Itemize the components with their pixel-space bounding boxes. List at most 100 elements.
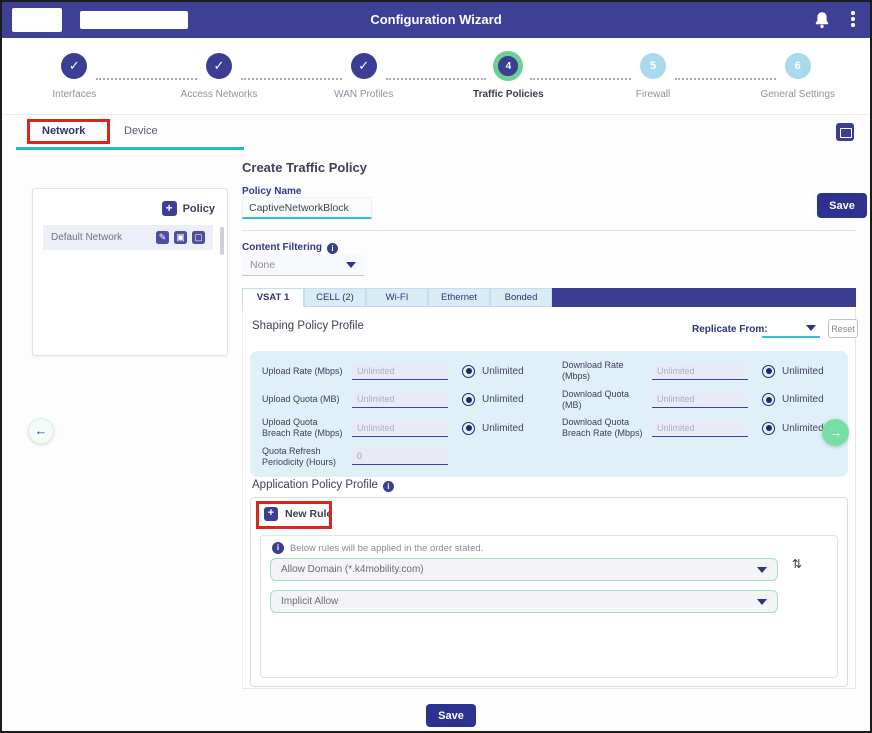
upload-breach-input[interactable] xyxy=(352,420,448,437)
policy-item-default-network[interactable]: Default Network ✎ ▣ ▢ xyxy=(43,225,213,250)
replicate-from-select[interactable] xyxy=(762,320,820,338)
info-icon[interactable] xyxy=(383,481,394,492)
upload-quota-row: Upload Quota (MB) Unlimited xyxy=(262,389,536,412)
step-label: Access Networks xyxy=(181,89,258,100)
unlimited-label: Unlimited xyxy=(782,423,824,434)
download-breach-label: Download Quota Breach Rate (Mbps) xyxy=(562,417,652,440)
upload-breach-row: Upload Quota Breach Rate (Mbps) Unlimite… xyxy=(262,417,536,440)
notifications-bell-icon[interactable] xyxy=(814,11,830,29)
download-breach-unlimited-radio[interactable] xyxy=(762,422,775,435)
wan-tab-filler xyxy=(552,288,856,307)
kebab-menu-icon[interactable] xyxy=(851,11,855,29)
step-label: Interfaces xyxy=(52,89,96,100)
step-traffic-policies: 4 Traffic Policies xyxy=(436,51,581,114)
download-rate-row: Download Rate (Mbps) Unlimited xyxy=(562,360,836,383)
policy-list-panel: Policy Default Network ✎ ▣ ▢ xyxy=(32,188,228,356)
upload-quota-input[interactable] xyxy=(352,391,448,408)
download-rate-input[interactable] xyxy=(652,363,748,380)
step-label: WAN Profiles xyxy=(334,89,393,100)
replicate-from-label: Replicate From: xyxy=(692,324,768,335)
download-breach-input[interactable] xyxy=(652,420,748,437)
application-policy-heading: Application Policy Profile xyxy=(252,479,394,492)
download-quota-label: Download Quota (MB) xyxy=(562,389,652,412)
page-title: Configuration Wizard xyxy=(2,12,870,27)
rule-select-implicit-allow[interactable]: Implicit Allow xyxy=(270,590,778,613)
tab-wifi[interactable]: Wi-FI xyxy=(366,288,428,307)
download-quota-unlimited-radio[interactable] xyxy=(762,393,775,406)
popout-window-icon[interactable] xyxy=(836,123,854,141)
upload-rate-input[interactable] xyxy=(352,363,448,380)
reorder-rule-icon[interactable] xyxy=(792,557,802,571)
save-button-top[interactable]: Save xyxy=(817,193,867,218)
policy-name-input[interactable] xyxy=(242,197,372,219)
rules-info-row: Below rules will be applied in the order… xyxy=(272,542,483,554)
application-policy-heading-text: Application Policy Profile xyxy=(252,479,378,491)
wizard-stepper: Interfaces Access Networks WAN Profiles … xyxy=(2,38,870,115)
download-rate-unlimited-radio[interactable] xyxy=(762,365,775,378)
add-policy-button[interactable]: Policy xyxy=(162,201,215,216)
rule-value: Implicit Allow xyxy=(281,596,757,607)
clone-icon[interactable]: ▣ xyxy=(174,231,187,244)
empty-cell xyxy=(562,446,836,469)
step-label: Traffic Policies xyxy=(473,89,544,100)
create-traffic-policy-heading: Create Traffic Policy xyxy=(242,160,367,175)
delete-icon[interactable]: ▢ xyxy=(192,231,205,244)
plus-icon xyxy=(264,507,278,521)
tab-ethernet[interactable]: Ethernet xyxy=(428,288,490,307)
unlimited-label: Unlimited xyxy=(482,423,524,434)
unlimited-label: Unlimited xyxy=(482,366,524,377)
edit-icon[interactable]: ✎ xyxy=(156,231,169,244)
download-rate-label: Download Rate (Mbps) xyxy=(562,360,652,383)
step-firewall: 5 Firewall xyxy=(581,51,726,114)
unlimited-label: Unlimited xyxy=(782,394,824,405)
rule-select-allow-domain[interactable]: Allow Domain (*.k4mobility.com) xyxy=(270,558,778,581)
upload-quota-label: Upload Quota (MB) xyxy=(262,394,352,405)
step-check-icon[interactable] xyxy=(351,53,377,79)
shaping-policy-panel: Upload Rate (Mbps) Unlimited Download Ra… xyxy=(250,351,848,477)
content-filtering-select[interactable]: None xyxy=(242,254,364,276)
policy-item-name: Default Network xyxy=(51,232,156,243)
policy-name-label: Policy Name xyxy=(242,186,301,197)
tab-device[interactable]: Device xyxy=(124,125,158,137)
quota-refresh-input[interactable] xyxy=(352,448,448,465)
step-number[interactable]: 5 xyxy=(640,53,666,79)
content-filtering-value: None xyxy=(250,259,346,271)
step-label: Firewall xyxy=(636,89,670,100)
content-filtering-label-text: Content Filtering xyxy=(242,242,322,253)
quota-refresh-label: Quota Refresh Periodicity (Hours) xyxy=(262,446,352,469)
rules-info-text: Below rules will be applied in the order… xyxy=(290,543,483,554)
step-access-networks: Access Networks xyxy=(147,51,292,114)
upload-rate-row: Upload Rate (Mbps) Unlimited xyxy=(262,360,536,383)
content-filtering-label: Content Filtering xyxy=(242,242,338,254)
download-breach-row: Download Quota Breach Rate (Mbps) Unlimi… xyxy=(562,417,836,440)
tab-bonded[interactable]: Bonded xyxy=(490,288,552,307)
download-quota-row: Download Quota (MB) Unlimited xyxy=(562,389,836,412)
step-general-settings: 6 General Settings xyxy=(725,51,870,114)
step-check-icon[interactable] xyxy=(61,53,87,79)
unlimited-label: Unlimited xyxy=(482,394,524,405)
configuration-wizard-window: Configuration Wizard Interfaces Access N… xyxy=(0,0,872,733)
wan-tab-bar: VSAT 1 CELL (2) Wi-FI Ethernet Bonded xyxy=(242,288,856,307)
tab-network[interactable]: Network xyxy=(42,125,85,137)
back-arrow-button[interactable] xyxy=(28,418,54,444)
step-wan-profiles: WAN Profiles xyxy=(291,51,436,114)
save-button-bottom[interactable]: Save xyxy=(426,704,476,727)
upload-quota-unlimited-radio[interactable] xyxy=(462,393,475,406)
add-policy-label: Policy xyxy=(183,203,215,215)
upload-rate-unlimited-radio[interactable] xyxy=(462,365,475,378)
tab-vsat-1[interactable]: VSAT 1 xyxy=(242,288,304,307)
step-number[interactable]: 6 xyxy=(785,53,811,79)
info-icon[interactable] xyxy=(327,243,338,254)
upload-breach-unlimited-radio[interactable] xyxy=(462,422,475,435)
divider xyxy=(242,230,856,231)
step-number-active[interactable]: 4 xyxy=(493,51,523,81)
list-scrollbar[interactable] xyxy=(220,227,224,255)
reset-button[interactable]: Reset xyxy=(828,319,858,338)
chevron-down-icon xyxy=(346,262,356,268)
download-quota-input[interactable] xyxy=(652,391,748,408)
step-check-icon[interactable] xyxy=(206,53,232,79)
forward-arrow-button[interactable] xyxy=(822,419,849,446)
new-rule-button[interactable]: New Rule xyxy=(264,507,332,521)
chevron-down-icon xyxy=(757,599,767,605)
tab-cell[interactable]: CELL (2) xyxy=(304,288,366,307)
